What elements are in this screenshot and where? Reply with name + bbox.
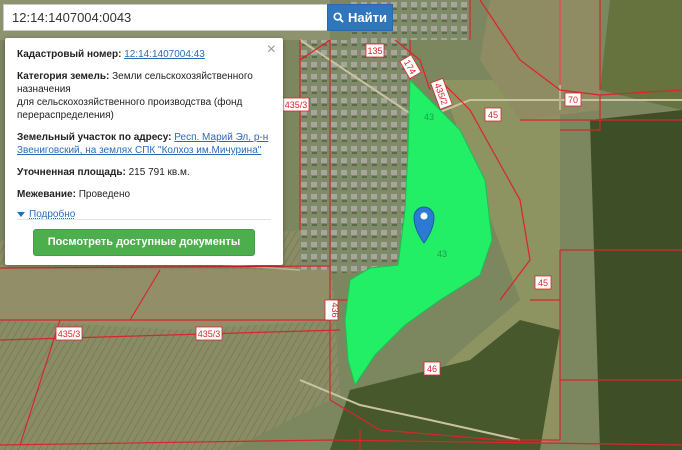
search-input[interactable] <box>3 4 331 31</box>
survey-value: Проведено <box>78 189 131 200</box>
search-icon <box>333 12 344 23</box>
category-label: Категория земель: <box>17 71 110 82</box>
plot-label-435-3-c: 435/3 <box>198 329 221 339</box>
view-documents-button[interactable]: Посмотреть доступные документы <box>33 229 255 256</box>
caret-down-icon <box>17 212 25 217</box>
plot-label-45-b: 45 <box>538 278 548 288</box>
plot-label-135: 135 <box>367 46 382 56</box>
area-row: Уточненная площадь: 215 791 кв.м. <box>17 166 271 179</box>
search-button-label: Найти <box>348 10 387 25</box>
plot-label-45-a: 45 <box>488 110 498 120</box>
plot-label-435-3-b: 435/3 <box>58 329 81 339</box>
cadastral-number-link[interactable]: 12:14:1407004:43 <box>124 49 205 60</box>
plot-label-46: 46 <box>427 364 437 374</box>
address-label: Земельный участок по адресу: <box>17 132 172 143</box>
cadastral-label: Кадастровый номер: <box>17 49 122 60</box>
plot-label-436: 436 <box>330 302 340 317</box>
cadastral-row: Кадастровый номер: 12:14:1407004:43 <box>17 48 271 61</box>
area-value: 215 791 кв.м. <box>128 167 190 178</box>
search-button[interactable]: Найти <box>327 4 393 31</box>
forest-area <box>590 110 682 450</box>
field-area <box>300 40 410 275</box>
plot-label-435-3: 435/3 <box>285 100 308 110</box>
close-icon[interactable]: × <box>267 42 276 58</box>
address-row: Земельный участок по адресу: Респ. Марий… <box>17 131 271 157</box>
plot-label-43-a: 43 <box>424 112 434 122</box>
plot-label-43-b: 43 <box>437 249 447 259</box>
category-subvalue: для сельскохозяйственного производства (… <box>17 97 243 121</box>
parcel-info-panel: × Кадастровый номер: 12:14:1407004:43 Ка… <box>5 38 283 265</box>
search-bar: Найти <box>3 4 394 31</box>
survey-label: Межевание: <box>17 189 76 200</box>
plot-label-70: 70 <box>568 95 578 105</box>
category-row: Категория земель: Земли сельскохозяйстве… <box>17 70 271 122</box>
panel-divider <box>17 219 271 220</box>
area-label: Уточненная площадь: <box>17 167 126 178</box>
survey-row: Межевание: Проведено <box>17 188 271 201</box>
